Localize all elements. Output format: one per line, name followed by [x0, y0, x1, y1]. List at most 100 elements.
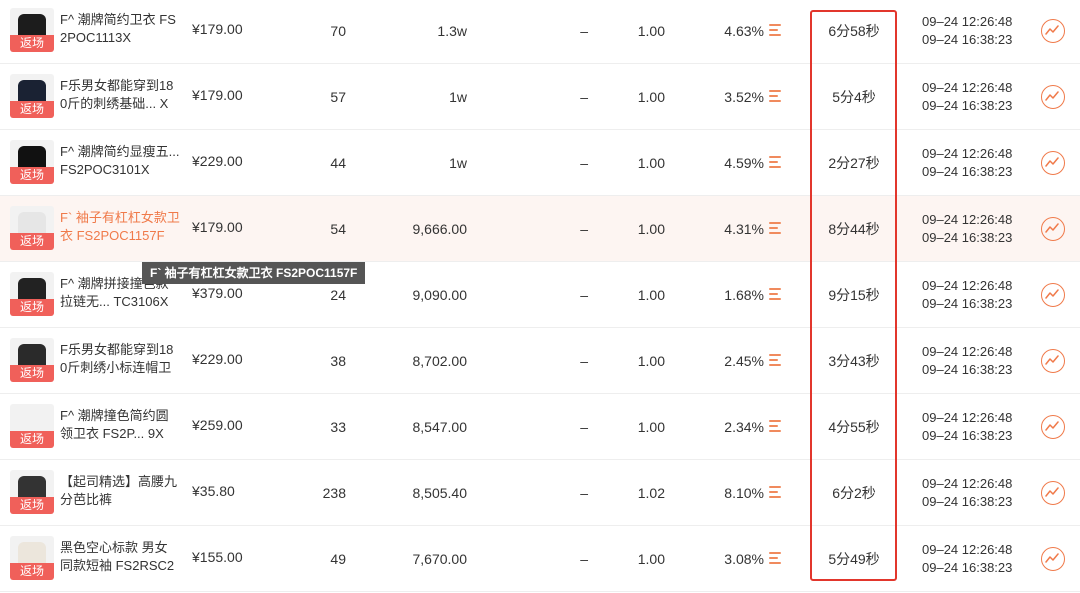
start-time: 09–24 12:26:48: [922, 344, 1013, 359]
metric-count: 57: [330, 89, 346, 105]
rerun-badge: 返场: [10, 365, 54, 382]
table-row[interactable]: 返场 F^ 潮牌简约显瘦五... FS2POC3101X ¥229.00 44 1w – 1…: [0, 130, 1080, 196]
rerun-badge: 返场: [10, 233, 54, 250]
conversion-rate: 3.52%: [724, 89, 764, 105]
price: ¥179.00: [192, 21, 243, 37]
metric-empty: –: [580, 23, 588, 39]
product-name[interactable]: F乐男女都能穿到180斤刺绣小标连帽卫: [60, 341, 180, 377]
rate-bars-icon[interactable]: [769, 486, 781, 501]
time-range: 09–24 12:26:48 09–24 16:38:23: [922, 211, 1032, 247]
rate-bars-icon[interactable]: [769, 288, 781, 303]
rerun-badge: 返场: [10, 563, 54, 580]
metric-ratio: 1.00: [637, 23, 665, 39]
product-thumbnail[interactable]: 返场: [10, 8, 54, 52]
end-time: 09–24 16:38:23: [922, 560, 1013, 575]
rate-bars-icon[interactable]: [769, 24, 781, 39]
time-range: 09–24 12:26:48 09–24 16:38:23: [922, 145, 1032, 181]
rerun-badge: 返场: [10, 431, 54, 448]
rate-bars-icon[interactable]: [769, 354, 781, 369]
product-thumbnail[interactable]: 返场: [10, 338, 54, 382]
price: ¥35.80: [192, 483, 235, 499]
time-range: 09–24 12:26:48 09–24 16:38:23: [922, 409, 1032, 445]
price: ¥379.00: [192, 285, 243, 301]
trend-chart-icon[interactable]: [1041, 283, 1065, 307]
conversion-rate: 4.59%: [724, 155, 764, 171]
rerun-badge: 返场: [10, 167, 54, 184]
price: ¥155.00: [192, 549, 243, 565]
start-time: 09–24 12:26:48: [922, 542, 1013, 557]
metric-ratio: 1.00: [637, 353, 665, 369]
rate-bars-icon[interactable]: [769, 420, 781, 435]
start-time: 09–24 12:26:48: [922, 410, 1013, 425]
trend-chart-icon[interactable]: [1041, 151, 1065, 175]
table-row[interactable]: 返场 黑色空心标款 男女同款短袖 FS2RSC2 ¥155.00 49 7,670.00…: [0, 526, 1080, 592]
duration-highlight-box: [810, 10, 897, 581]
metric-empty: –: [580, 551, 588, 567]
metric-count: 33: [330, 419, 346, 435]
metric-count: 24: [330, 287, 346, 303]
product-name[interactable]: 黑色空心标款 男女同款短袖 FS2RSC2: [60, 539, 180, 575]
product-name-tooltip: F` 袖子有杠杠女款卫衣 FS2POC1157F: [142, 262, 366, 284]
start-time: 09–24 12:26:48: [922, 14, 1013, 29]
product-thumbnail[interactable]: 返场: [10, 74, 54, 118]
product-thumbnail[interactable]: 返场: [10, 206, 54, 250]
rate-bars-icon[interactable]: [769, 90, 781, 105]
time-range: 09–24 12:26:48 09–24 16:38:23: [922, 475, 1032, 511]
product-name[interactable]: 【起司精选】高腰九分芭比裤: [60, 473, 180, 509]
trend-chart-icon[interactable]: [1041, 415, 1065, 439]
trend-chart-icon[interactable]: [1041, 349, 1065, 373]
trend-chart-icon[interactable]: [1041, 481, 1065, 505]
conversion-rate: 4.63%: [724, 23, 764, 39]
rerun-badge: 返场: [10, 101, 54, 118]
trend-chart-icon[interactable]: [1041, 217, 1065, 241]
rate-bars-icon[interactable]: [769, 222, 781, 237]
time-range: 09–24 12:26:48 09–24 16:38:23: [922, 79, 1032, 115]
metric-empty: –: [580, 155, 588, 171]
metric-sales: 8,702.00: [412, 353, 468, 369]
end-time: 09–24 16:38:23: [922, 296, 1013, 311]
rerun-badge: 返场: [10, 299, 54, 316]
product-name[interactable]: F^ 潮牌简约卫衣 FS2POC1113X: [60, 11, 180, 47]
trend-chart-icon[interactable]: [1041, 547, 1065, 571]
product-thumbnail[interactable]: 返场: [10, 536, 54, 580]
conversion-rate: 1.68%: [724, 287, 764, 303]
metric-sales: 8,547.00: [412, 419, 468, 435]
product-thumbnail[interactable]: 返场: [10, 272, 54, 316]
metric-empty: –: [580, 353, 588, 369]
metric-empty: –: [580, 485, 588, 501]
price: ¥259.00: [192, 417, 243, 433]
end-time: 09–24 16:38:23: [922, 98, 1013, 113]
start-time: 09–24 12:26:48: [922, 278, 1013, 293]
product-thumbnail[interactable]: 返场: [10, 404, 54, 448]
trend-chart-icon[interactable]: [1041, 85, 1065, 109]
end-time: 09–24 16:38:23: [922, 164, 1013, 179]
metric-ratio: 1.00: [637, 89, 665, 105]
metric-ratio: 1.00: [637, 155, 665, 171]
rate-bars-icon[interactable]: [769, 156, 781, 171]
product-name[interactable]: F乐男女都能穿到180斤的刺绣基础... X: [60, 77, 180, 113]
table-row[interactable]: 返场 【起司精选】高腰九分芭比裤 ¥35.80 238 8,505.40 – 1.02 8.1…: [0, 460, 1080, 526]
metric-sales: 9,090.00: [412, 287, 468, 303]
product-name[interactable]: F^ 潮牌撞色简约圆领卫衣 FS2P... 9X: [60, 407, 180, 443]
metric-sales: 9,666.00: [412, 221, 468, 237]
metric-count: 54: [330, 221, 346, 237]
product-name[interactable]: F` 袖子有杠杠女款卫衣 FS2POC1157F: [60, 209, 180, 245]
rate-bars-icon[interactable]: [769, 552, 781, 567]
price: ¥229.00: [192, 153, 243, 169]
table-row[interactable]: 返场 F^ 潮牌简约卫衣 FS2POC1113X ¥179.00 70 1.3w – 1.0…: [0, 0, 1080, 64]
start-time: 09–24 12:26:48: [922, 80, 1013, 95]
trend-chart-icon[interactable]: [1041, 19, 1065, 43]
metric-sales: 7,670.00: [412, 551, 468, 567]
product-thumbnail[interactable]: 返场: [10, 470, 54, 514]
table-row[interactable]: 返场 F乐男女都能穿到180斤的刺绣基础... X ¥179.00 57 1w – 1.00…: [0, 64, 1080, 130]
product-thumbnail[interactable]: 返场: [10, 140, 54, 184]
table-row[interactable]: 返场 F` 袖子有杠杠女款卫衣 FS2POC1157F ¥179.00 54 9,666…: [0, 196, 1080, 262]
metric-count: 49: [330, 551, 346, 567]
conversion-rate: 2.34%: [724, 419, 764, 435]
table-row[interactable]: 返场 F^ 潮牌撞色简约圆领卫衣 FS2P... 9X ¥259.00 33 8,547…: [0, 394, 1080, 460]
time-range: 09–24 12:26:48 09–24 16:38:23: [922, 343, 1032, 379]
table-row[interactable]: 返场 F乐男女都能穿到180斤刺绣小标连帽卫 ¥229.00 38 8,702.00 – 1…: [0, 328, 1080, 394]
conversion-rate: 8.10%: [724, 485, 764, 501]
end-time: 09–24 16:38:23: [922, 32, 1013, 47]
product-name[interactable]: F^ 潮牌简约显瘦五... FS2POC3101X: [60, 143, 180, 179]
